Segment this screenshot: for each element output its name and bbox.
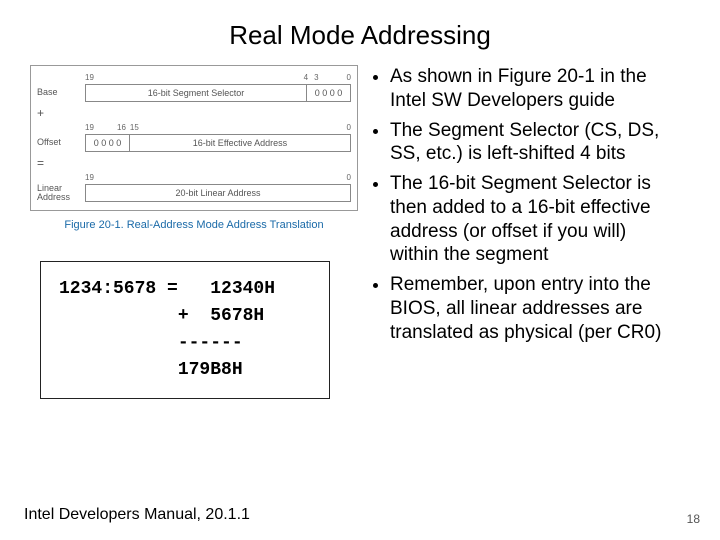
linear-address-box: 20-bit Linear Address [85, 184, 351, 202]
segment-selector-box: 16-bit Segment Selector [85, 84, 307, 102]
bit-tick: 19 [85, 173, 95, 182]
bullet-item: Remember, upon entry into the BIOS, all … [390, 273, 680, 344]
address-translation-figure: 19 4 3 0 Base 16-bit Segment Selector 0 … [30, 65, 358, 211]
bit-tick: 19 [85, 73, 95, 82]
offset-label: Offset [37, 138, 85, 147]
plus-sign: + [37, 107, 85, 120]
bullet-item: The Segment Selector (CS, DS, SS, etc.) … [390, 119, 680, 167]
base-label: Base [37, 88, 85, 97]
effective-address-box: 16-bit Effective Address [129, 134, 351, 152]
calc-line: 1234:5678 = 12340H [59, 276, 311, 303]
bullet-item: The 16-bit Segment Selector is then adde… [390, 172, 680, 267]
zeros-box: 0 0 0 0 [85, 134, 129, 152]
bullet-item: As shown in Figure 20-1 in the Intel SW … [390, 65, 680, 113]
figure-caption: Figure 20-1. Real-Address Mode Address T… [30, 219, 358, 231]
calc-line: 179B8H [59, 357, 311, 384]
content-columns: 19 4 3 0 Base 16-bit Segment Selector 0 … [0, 65, 720, 399]
calculation-box: 1234:5678 = 12340H + 5678H ------ 179B8H [40, 261, 330, 399]
bit-tick: 0 [347, 173, 351, 182]
bit-tick: 15 [130, 123, 139, 132]
bullet-list: As shown in Figure 20-1 in the Intel SW … [368, 65, 680, 344]
calc-line: ------ [59, 330, 311, 357]
right-column: As shown in Figure 20-1 in the Intel SW … [368, 65, 680, 399]
bit-tick: 0 [347, 123, 351, 132]
equals-sign: = [37, 157, 85, 170]
bit-tick: 16 [117, 123, 126, 132]
zeros-box: 0 0 0 0 [307, 84, 351, 102]
left-column: 19 4 3 0 Base 16-bit Segment Selector 0 … [30, 65, 368, 399]
linear-address-label: Linear Address [37, 184, 85, 203]
footer-reference: Intel Developers Manual, 20.1.1 [24, 506, 250, 524]
bit-tick: 19 [85, 123, 95, 132]
calc-line: + 5678H [59, 303, 311, 330]
page-number: 18 [687, 512, 700, 526]
bit-tick: 4 [304, 73, 308, 82]
bit-tick: 3 [314, 73, 318, 82]
page-title: Real Mode Addressing [0, 0, 720, 65]
bit-tick: 0 [347, 73, 351, 82]
